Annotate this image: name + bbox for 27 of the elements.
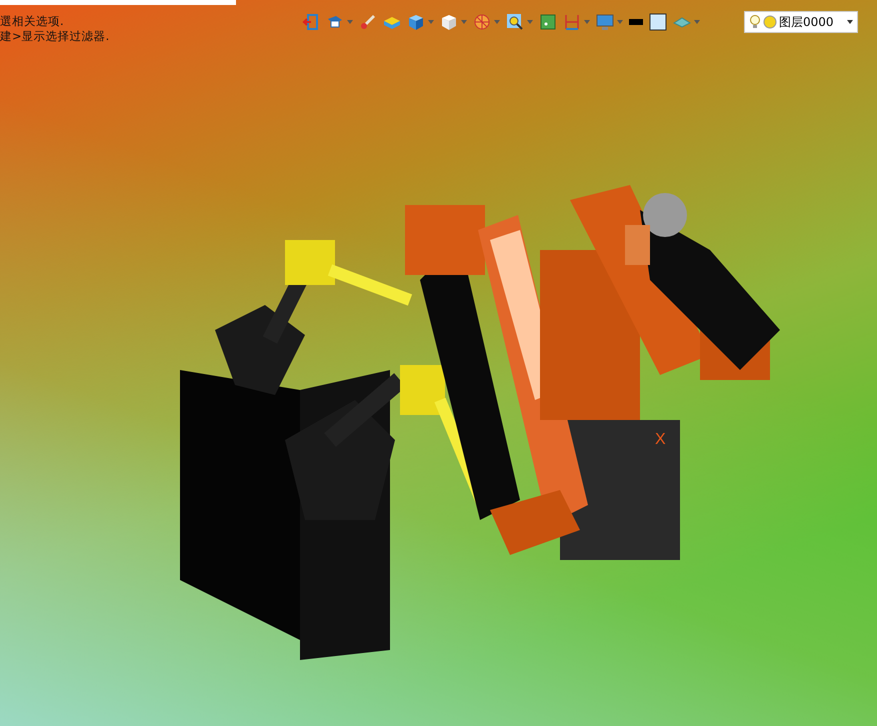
ruler-icon xyxy=(563,13,581,31)
color-swatch-icon xyxy=(649,13,667,31)
caret-icon xyxy=(461,20,467,24)
cube-icon xyxy=(407,13,425,31)
cube-icon xyxy=(440,13,458,31)
layer-dropdown[interactable]: 图层0000 xyxy=(744,11,858,33)
line-weight-icon xyxy=(629,19,643,25)
lightbulb-icon xyxy=(749,14,761,30)
monitor-icon xyxy=(596,13,614,31)
sun-icon xyxy=(763,15,777,29)
sphere-section-icon xyxy=(473,13,491,31)
caret-icon xyxy=(494,20,500,24)
toolbar-button[interactable] xyxy=(649,11,667,33)
exit-icon xyxy=(302,13,320,31)
caret-icon xyxy=(847,20,853,24)
caret-icon xyxy=(694,20,700,24)
caret-icon xyxy=(527,20,533,24)
hint-text: 選相关选项. xyxy=(0,14,65,29)
brush-icon xyxy=(359,13,377,31)
frame-icon xyxy=(539,13,557,31)
axis-label: X xyxy=(655,430,666,450)
caret-icon xyxy=(347,20,353,24)
caret-icon xyxy=(584,20,590,24)
hint-text: 建>显示选择过滤器. xyxy=(0,29,110,44)
zoom-icon xyxy=(506,13,524,31)
caret-icon xyxy=(428,20,434,24)
caret-icon xyxy=(617,20,623,24)
